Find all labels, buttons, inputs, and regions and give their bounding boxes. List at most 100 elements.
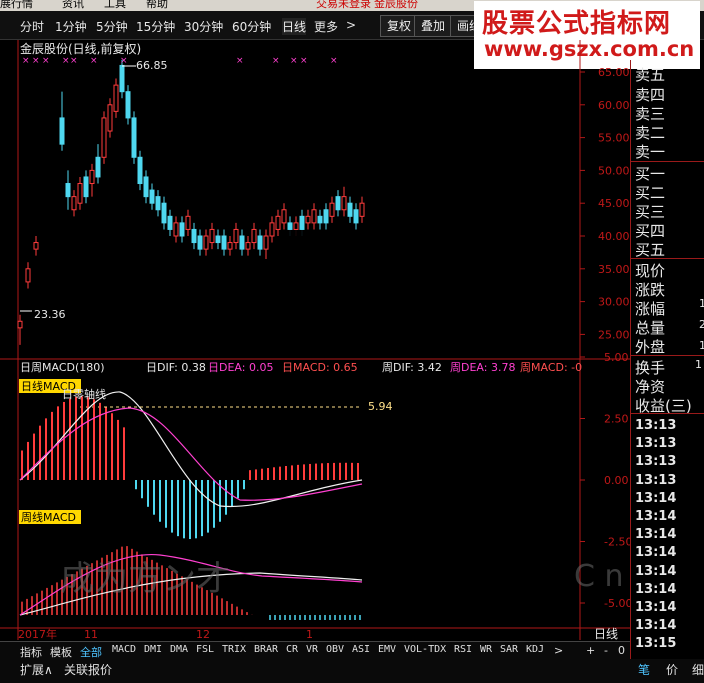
overlay-button[interactable]: 叠加 — [414, 15, 453, 37]
tick-time: 13:14 — [635, 509, 677, 524]
menu-help[interactable]: 帮助 — [146, 0, 168, 9]
tab-15min[interactable]: 15分钟 — [136, 18, 175, 35]
side-footer: 笔 价 细 — [630, 659, 704, 683]
candle-body — [323, 209, 329, 224]
tab-brar[interactable]: BRAR — [254, 644, 278, 655]
tab-more[interactable]: 更多 — [314, 18, 338, 35]
tab-5min[interactable]: 5分钟 — [96, 18, 128, 35]
tab-dma[interactable]: DMA — [170, 644, 188, 655]
tab-kdj[interactable]: KDJ — [526, 644, 544, 655]
candle-body — [347, 202, 353, 217]
weekly-dif-label: 周DIF: 3.42 — [382, 361, 442, 374]
chart-title: 金辰股份(日线,前复权) — [20, 41, 141, 56]
signal-marker: × — [272, 56, 280, 66]
tick-time: 13:13 — [635, 472, 677, 488]
macd-dashed-level-label: 5.94 — [368, 400, 393, 413]
minus-button[interactable]: - — [604, 644, 608, 657]
tab-cr[interactable]: CR — [286, 644, 298, 655]
tab-detail[interactable]: 细 — [692, 661, 704, 678]
quote-panel: 卖五 卖四 卖三 卖二 卖一 买一 买二 买三 买四 买五 现价 涨跌 涨幅 总… — [630, 60, 704, 660]
tab-price[interactable]: 价 — [666, 661, 678, 678]
tab-daily[interactable]: 日线 — [282, 18, 307, 35]
quote-volume: 总量 — [635, 319, 666, 337]
macd-indicator-name: 日周MACD(180) — [20, 361, 105, 374]
candle-body — [299, 215, 305, 230]
candle-body — [137, 156, 143, 185]
zero-button[interactable]: 0 — [618, 644, 625, 657]
menu-quotes[interactable]: 展行情 — [0, 0, 33, 9]
tab-vr[interactable]: VR — [306, 644, 318, 655]
quote-change: 涨跌 — [635, 281, 666, 299]
candle-body — [227, 242, 233, 250]
candle-body — [179, 222, 185, 237]
ask-5: 卖五 — [635, 66, 666, 84]
indicator-tab-bar: 指标 模板 全部 MACD DMI DMA FSL TRIX BRAR CR V… — [0, 641, 630, 660]
menu-news[interactable]: 资讯 — [62, 0, 84, 9]
tab-wr[interactable]: WR — [480, 644, 492, 655]
x-label-dec: 12 — [196, 628, 210, 640]
candle-body — [353, 209, 359, 224]
ask-3: 卖三 — [635, 105, 666, 123]
chevron-right-icon[interactable]: > — [554, 644, 563, 657]
candle-body — [221, 235, 227, 250]
quote-value-4: 1 — [695, 358, 702, 371]
tab-emv[interactable]: EMV — [378, 644, 396, 655]
candle-body — [209, 228, 215, 244]
tab-asi[interactable]: ASI — [352, 644, 370, 655]
signal-marker: × — [62, 56, 70, 66]
candle-body — [173, 222, 179, 237]
candle-body — [293, 222, 299, 230]
tab-trix[interactable]: TRIX — [222, 644, 246, 655]
price-tick-label: 30.00 — [598, 296, 630, 309]
tab-rsi[interactable]: RSI — [454, 644, 472, 655]
daily-dif-label: 日DIF: 0.38 — [146, 361, 206, 374]
menu-tools[interactable]: 工具 — [104, 0, 126, 9]
tab-sar[interactable]: SAR — [500, 644, 518, 655]
menu-stock-name: 金辰股份 — [374, 0, 418, 10]
tab-all[interactable]: 全部 — [80, 644, 102, 660]
candle-body — [245, 242, 251, 250]
bid-3: 买三 — [635, 203, 666, 221]
tick-time: 13:13 — [635, 454, 677, 470]
tab-indicator[interactable]: 指标 — [20, 644, 42, 660]
weekly-macd-label: 周MACD: -0 — [520, 361, 582, 374]
expand-button[interactable]: 扩展∧ — [20, 661, 53, 678]
price-tick-label: 40.00 — [598, 230, 630, 243]
tab-30min[interactable]: 30分钟 — [184, 18, 223, 35]
x-label-nov: 11 — [84, 628, 98, 640]
tab-timeshare[interactable]: 分时 — [20, 18, 44, 35]
zero-axis-tag: 日零轴线 — [62, 387, 106, 401]
tab-trades[interactable]: 笔 — [638, 661, 650, 678]
quote-value-2: 2 — [699, 318, 704, 331]
signal-marker: × — [330, 56, 338, 66]
candle-body — [281, 209, 287, 224]
tab-dmi[interactable]: DMI — [144, 644, 162, 655]
macd-tick-label: -5.00 — [604, 597, 630, 610]
tab-obv[interactable]: OBV — [326, 644, 344, 655]
chevron-right-icon[interactable]: > — [346, 18, 356, 32]
login-status: 交易未登录 — [316, 0, 371, 10]
tab-fsl[interactable]: FSL — [196, 644, 214, 655]
signal-marker: × — [32, 56, 40, 66]
signal-marker: × — [290, 56, 298, 66]
tick-time: 13:14 — [635, 490, 677, 506]
quote-outer-volume: 外盘 — [635, 338, 666, 356]
candle-body — [131, 117, 137, 158]
candle-body — [59, 117, 65, 145]
price-tick-label: 35.00 — [598, 263, 630, 276]
tab-vol-tdx[interactable]: VOL-TDX — [404, 644, 446, 655]
adjust-button[interactable]: 复权 — [380, 15, 419, 37]
tab-60min[interactable]: 60分钟 — [232, 18, 271, 35]
tab-template[interactable]: 模板 — [50, 644, 72, 660]
tick-time: 13:13 — [635, 418, 677, 433]
period-label-daily: 日线 — [594, 627, 618, 640]
tab-macd[interactable]: MACD — [112, 644, 136, 655]
candle-body — [107, 104, 113, 132]
low-price-label: 23.36 — [34, 308, 66, 321]
plus-button[interactable]: + — [586, 644, 595, 657]
candle-body — [317, 215, 323, 224]
kline-chart[interactable]: 65.00 60.00 55.00 50.00 45.00 40.00 35.00 30.00… — [0, 40, 630, 640]
tab-1min[interactable]: 1分钟 — [55, 18, 87, 35]
related-quotes-button[interactable]: 关联报价 — [64, 661, 112, 678]
signal-marker: × — [90, 56, 98, 66]
